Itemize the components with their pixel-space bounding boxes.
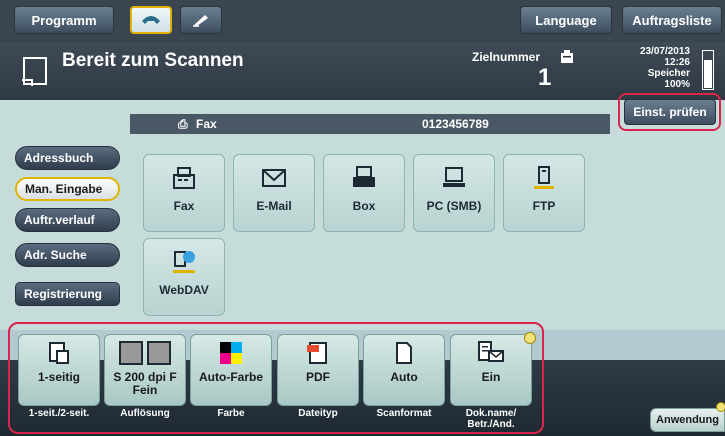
dest-box-label: Box <box>352 199 376 213</box>
dest-email-button[interactable]: E-Mail <box>233 154 315 232</box>
webdav-icon <box>173 251 195 273</box>
options-highlight <box>8 322 544 434</box>
dest-webdav-label: WebDAV <box>159 283 209 297</box>
fax-small-icon: ⎙ <box>178 117 188 131</box>
language-button[interactable]: Language <box>520 6 612 34</box>
email-icon <box>262 169 286 187</box>
time-text: 12:26 <box>664 57 690 68</box>
destination-type: Fax <box>196 117 217 131</box>
dest-ftp-label: FTP <box>532 199 556 213</box>
adressbuch-button[interactable]: Adressbuch <box>15 146 120 170</box>
memory-gauge <box>702 50 714 90</box>
anwendung-indicator <box>716 402 725 412</box>
pc-icon <box>443 167 465 187</box>
auftragsliste-button[interactable]: Auftragsliste <box>622 6 722 34</box>
date-time-display: 23/07/2013 12:26 Speicher 100% <box>618 46 690 90</box>
einst-pruefen-button[interactable]: Einst. prüfen <box>624 99 716 125</box>
programm-button[interactable]: Programm <box>14 6 114 34</box>
man-eingabe-button[interactable]: Man. Eingabe <box>15 177 120 201</box>
speicher-percent: 100% <box>664 79 690 90</box>
scan-document-icon <box>22 57 47 86</box>
registrierung-button[interactable]: Registrierung <box>15 282 120 306</box>
status-title: Bereit zum Scannen <box>62 50 244 71</box>
fax-mode-button[interactable] <box>130 6 172 34</box>
zielnummer-label: Zielnummer <box>472 50 541 64</box>
dest-webdav-button[interactable]: WebDAV <box>143 238 225 316</box>
adr-suche-button[interactable]: Adr. Suche <box>15 243 120 267</box>
dest-pc-label: PC (SMB) <box>426 199 482 213</box>
scan-mode-button[interactable] <box>180 6 222 34</box>
dest-ftp-button[interactable]: FTP <box>503 154 585 232</box>
ftp-icon <box>534 166 554 189</box>
dest-fax-button[interactable]: Fax <box>143 154 225 232</box>
date-text: 23/07/2013 <box>639 46 690 57</box>
box-icon <box>353 166 375 187</box>
auftr-verlauf-button[interactable]: Auftr.verlauf <box>15 208 120 232</box>
phone-icon <box>142 16 160 24</box>
zielnummer-value: 1 <box>538 64 552 91</box>
destination-bar: ⎙ Fax 0123456789 <box>130 114 610 134</box>
dest-pc-smb-button[interactable]: PC (SMB) <box>413 154 495 232</box>
dest-box-button[interactable]: Box <box>323 154 405 232</box>
fax-machine-icon <box>561 50 573 63</box>
destination-number: 0123456789 <box>422 117 489 131</box>
fax-icon <box>173 167 195 189</box>
speicher-label: Speicher <box>647 68 690 79</box>
dest-fax-label: Fax <box>173 199 195 213</box>
pen-icon <box>193 15 208 27</box>
anwendung-button[interactable]: Anwendung <box>650 408 725 432</box>
dest-email-label: E-Mail <box>256 199 292 213</box>
